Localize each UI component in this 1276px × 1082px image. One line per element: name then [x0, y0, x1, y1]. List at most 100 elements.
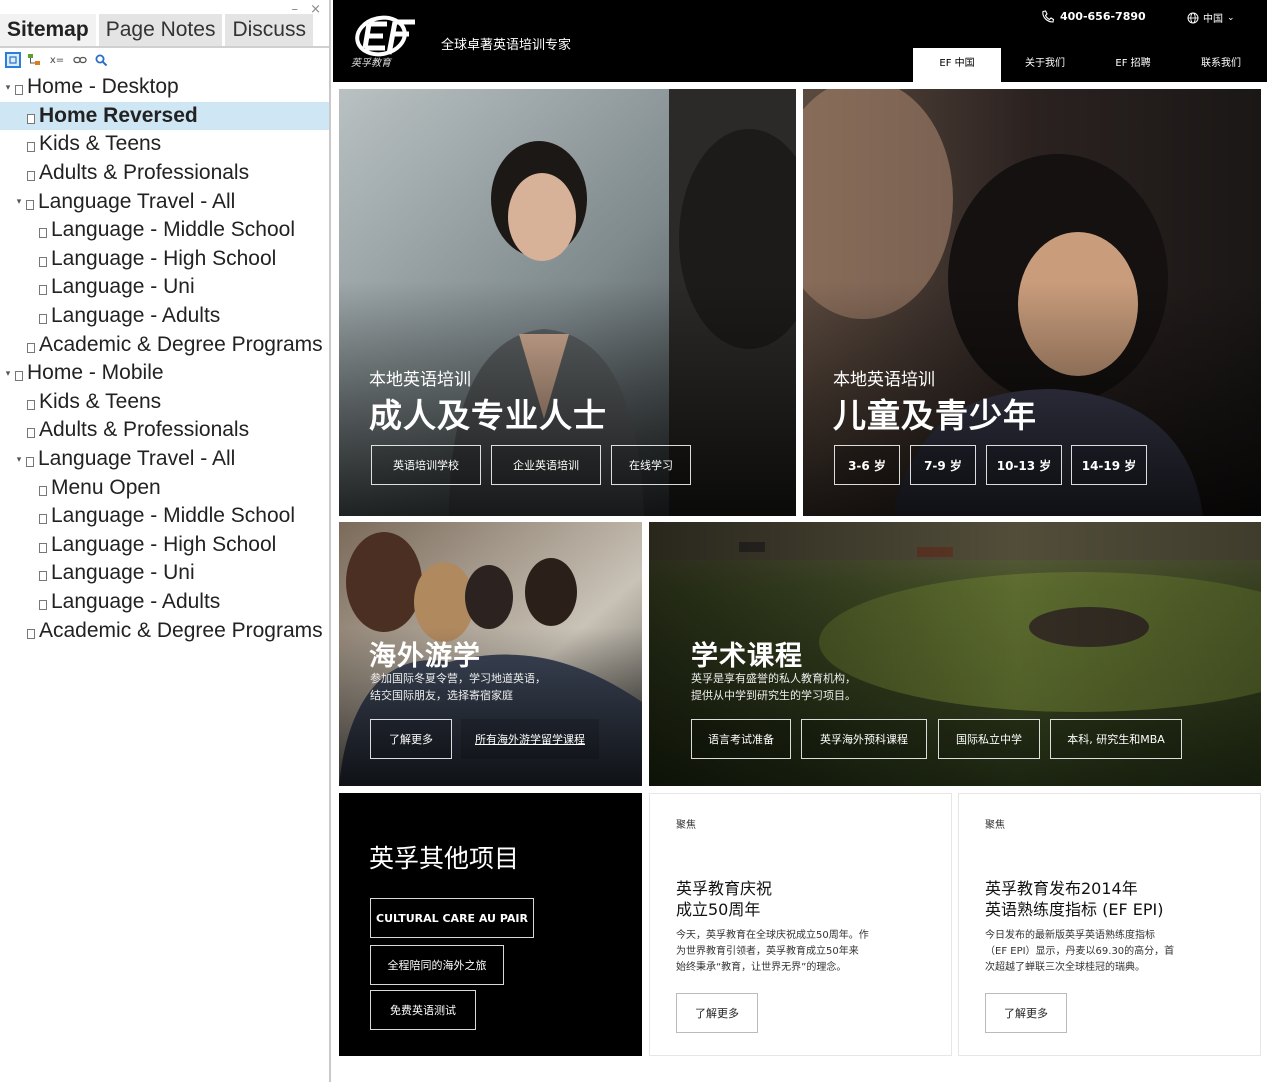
kids-title: 儿童及青少年 — [833, 396, 1037, 435]
travel-learn-more-button[interactable]: 了解更多 — [370, 719, 452, 759]
academic-foundation-button[interactable]: 英孚海外预科课程 — [801, 719, 927, 759]
tree-node-language-middle-school[interactable]: Language - Middle School — [0, 216, 329, 245]
tree-node-mobile-language-adults[interactable]: Language - Adults — [0, 588, 329, 617]
sitemap-toolbar: x= — [5, 51, 109, 69]
kids-age-14-19-button[interactable]: 14-19 岁 — [1071, 445, 1147, 485]
tree-node-label: Language - Uni — [51, 561, 195, 585]
tab-sitemap[interactable]: Sitemap — [0, 14, 99, 46]
variable-filter-icon[interactable]: x= — [47, 52, 67, 68]
adults-title: 成人及专业人士 — [369, 396, 607, 435]
phone-number: 400-656-7890 — [1060, 10, 1146, 23]
expand-arrow-icon[interactable]: ▾ — [14, 196, 24, 207]
expand-arrow-icon[interactable]: ▾ — [3, 368, 13, 379]
page-icon — [27, 142, 35, 153]
tree-node-adults-professionals[interactable]: Adults & Professionals — [0, 159, 329, 188]
tree-node-mobile-language-high-school[interactable]: Language - High School — [0, 531, 329, 560]
tree-node-menu-open[interactable]: Menu Open — [0, 473, 329, 502]
free-english-test-button[interactable]: 免费英语测试 — [370, 990, 476, 1030]
tree-node-home-desktop[interactable]: ▾ Home - Desktop — [0, 73, 329, 102]
tree-node-label: Home - Mobile — [27, 361, 164, 385]
travel-card: 海外游学 参加国际冬夏令营，学习地道英语， 结交国际朋友，选择寄宿家庭 了解更多… — [339, 522, 642, 786]
academic-test-prep-button[interactable]: 语言考试准备 — [691, 719, 791, 759]
tab-discuss[interactable]: Discuss — [225, 14, 316, 46]
travel-all-programs-button[interactable]: 所有海外游学留学课程 — [461, 719, 599, 759]
page-icon — [26, 457, 34, 468]
tab-page-notes[interactable]: Page Notes — [98, 14, 226, 46]
news-body-line-1: 今天，英孚教育在全球庆祝成立50周年。作 — [676, 930, 869, 941]
language-label: 中国 — [1203, 14, 1223, 25]
expand-arrow-icon[interactable]: ▾ — [3, 82, 13, 93]
tree-node-label: Language - High School — [51, 532, 277, 556]
page-icon — [27, 399, 35, 410]
cultural-care-au-pair-button[interactable]: CULTURAL CARE AU PAIR — [370, 898, 534, 938]
page-icon — [39, 542, 47, 553]
logo-caption: 英孚教育 — [351, 58, 391, 69]
tree-node-label: Academic & Degree Programs — [39, 332, 323, 356]
adults-hero-card: 本地英语培训 成人及专业人士 英语培训学校 企业英语培训 在线学习 — [339, 89, 796, 516]
language-selector[interactable]: 中国 ⌄ — [1187, 10, 1235, 25]
tree-node-mobile-adults-professionals[interactable]: Adults & Professionals — [0, 416, 329, 445]
tree-node-mobile-language-uni[interactable]: Language - Uni — [0, 559, 329, 588]
tree-node-label: Adults & Professionals — [39, 161, 250, 185]
news-title: 英孚教育庆祝 成立50周年 — [676, 878, 772, 920]
search-icon[interactable] — [93, 52, 109, 68]
expand-arrow-icon[interactable]: ▾ — [14, 454, 24, 465]
page-icon — [39, 314, 47, 325]
page-icon — [39, 599, 47, 610]
panel-tabs: Sitemap Page Notes Discuss — [0, 14, 316, 46]
sitemap-tree: ▾ Home - Desktop Home Reversed Kids & Tee… — [0, 73, 329, 645]
nav-about-us[interactable]: 关于我们 — [1001, 48, 1089, 82]
travel-title: 海外游学 — [369, 641, 481, 672]
adults-english-school-button[interactable]: 英语培训学校 — [371, 445, 481, 485]
news-title-line-1: 英孚教育庆祝 — [676, 879, 773, 898]
academic-desc-line-2: 提供从中学到研究生的学习项目。 — [691, 689, 856, 702]
kids-age-7-9-button[interactable]: 7-9 岁 — [910, 445, 976, 485]
tree-node-label: Language - Adults — [51, 304, 221, 328]
academic-private-school-button[interactable]: 国际私立中学 — [938, 719, 1040, 759]
tree-node-home-reversed[interactable]: Home Reversed — [0, 101, 329, 131]
page-icon — [39, 285, 47, 296]
link-icon[interactable] — [72, 52, 88, 68]
kids-age-3-6-button[interactable]: 3-6 岁 — [834, 445, 900, 485]
tree-node-label: Kids & Teens — [39, 132, 162, 156]
news-title: 英孚教育发布2014年 英语熟练度指标 (EF EPI) — [985, 878, 1163, 920]
tree-node-mobile-academic-degree[interactable]: Academic & Degree Programs — [0, 616, 329, 645]
flow-map-icon[interactable] — [26, 52, 42, 68]
tree-node-home-mobile[interactable]: ▾ Home - Mobile — [0, 359, 329, 388]
tab-divider — [0, 46, 329, 48]
tree-node-mobile-language-middle-school[interactable]: Language - Middle School — [0, 502, 329, 531]
kids-age-10-13-button[interactable]: 10-13 岁 — [986, 445, 1062, 485]
phone-contact[interactable]: 400-656-7890 — [1041, 10, 1146, 23]
escorted-tours-button[interactable]: 全程陪同的海外之旅 — [370, 945, 504, 985]
news-learn-more-button[interactable]: 了解更多 — [676, 993, 758, 1033]
news-card-50-years: 聚焦 英孚教育庆祝 成立50周年 今天，英孚教育在全球庆祝成立50周年。作 为世… — [649, 793, 952, 1056]
adults-online-learning-button[interactable]: 在线学习 — [611, 445, 691, 485]
tree-node-language-uni[interactable]: Language - Uni — [0, 273, 329, 302]
page-icon — [39, 228, 47, 239]
phone-icon — [1042, 10, 1054, 23]
tree-node-kids-teens[interactable]: Kids & Teens — [0, 130, 329, 159]
tree-node-label: Menu Open — [51, 475, 161, 499]
tree-node-academic-degree[interactable]: Academic & Degree Programs — [0, 330, 329, 359]
news-learn-more-button[interactable]: 了解更多 — [985, 993, 1067, 1033]
news-title-line-1: 英孚教育发布2014年 — [985, 879, 1138, 898]
tree-node-label: Language Travel - All — [38, 189, 236, 213]
news-body: 今日发布的最新版英孚英语熟练度指标 （EF EPI）显示，丹麦以69.30的高分… — [985, 928, 1213, 976]
adults-corporate-english-button[interactable]: 企业英语培训 — [491, 445, 601, 485]
page-icon — [39, 571, 47, 582]
tree-node-mobile-language-travel-all[interactable]: ▾ Language Travel - All — [0, 445, 329, 474]
tree-node-language-high-school[interactable]: Language - High School — [0, 245, 329, 274]
nav-ef-china[interactable]: EF 中国 — [913, 48, 1001, 82]
kids-kicker: 本地英语培训 — [833, 370, 935, 390]
tree-node-label: Home Reversed — [39, 103, 198, 127]
tree-node-language-adults[interactable]: Language - Adults — [0, 302, 329, 331]
nav-careers[interactable]: EF 招聘 — [1089, 48, 1177, 82]
tree-node-label: Kids & Teens — [39, 389, 162, 413]
nav-contact[interactable]: 联系我们 — [1177, 48, 1265, 82]
tree-node-label: Language - Middle School — [51, 504, 296, 528]
page-icon — [39, 256, 47, 267]
tree-node-mobile-kids-teens[interactable]: Kids & Teens — [0, 388, 329, 417]
academic-degree-mba-button[interactable]: 本科, 研究生和MBA — [1050, 719, 1182, 759]
page-view-icon[interactable] — [5, 52, 21, 68]
tree-node-language-travel-all[interactable]: ▾ Language Travel - All — [0, 187, 329, 216]
